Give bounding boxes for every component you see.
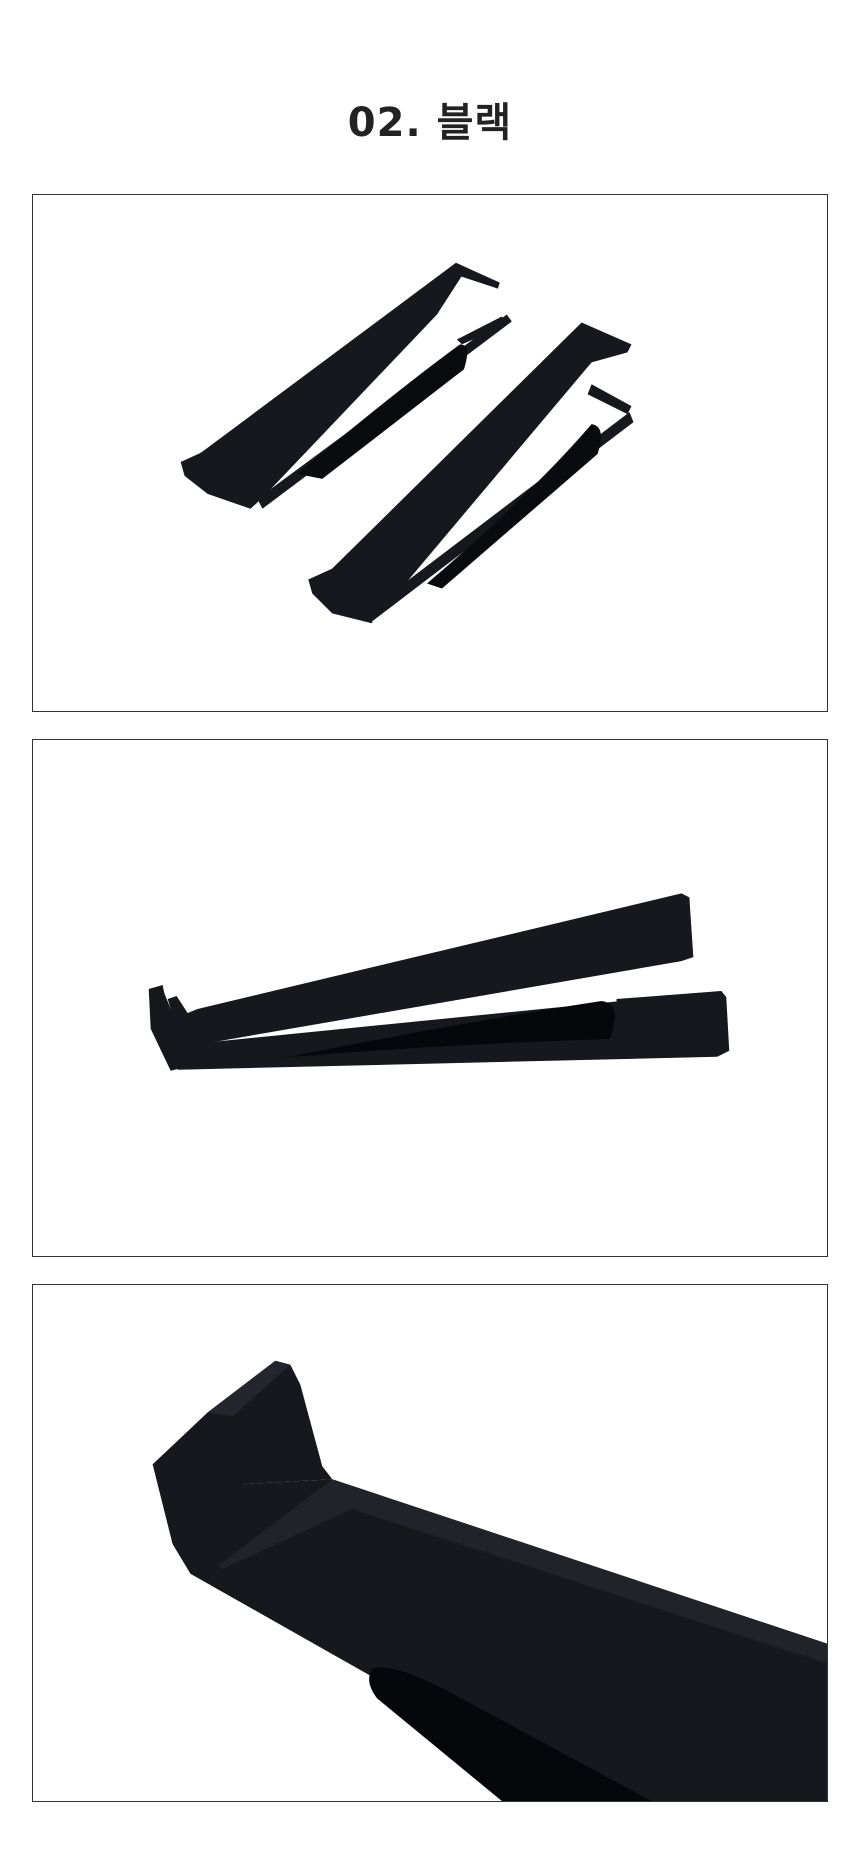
black-stand-side-image — [148, 893, 730, 1071]
product-photo-2 — [32, 739, 828, 1257]
section-title: 02. 블랙 — [347, 100, 513, 146]
product-photo-3 — [32, 1284, 828, 1802]
two-black-stands-image — [180, 262, 634, 624]
product-photo-1 — [32, 194, 828, 712]
black-stand-closeup-image — [152, 1360, 827, 1801]
